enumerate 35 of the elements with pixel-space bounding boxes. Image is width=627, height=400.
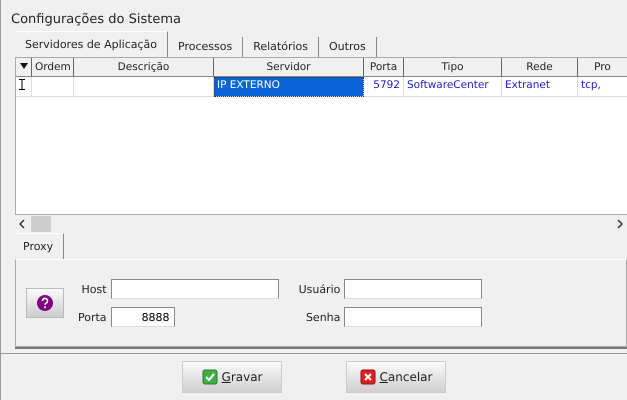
text-cursor-icon bbox=[19, 79, 25, 90]
scroll-right-icon[interactable] bbox=[617, 219, 623, 229]
cancel-button[interactable]: Cancelar bbox=[346, 361, 446, 393]
tab[interactable]: Servidores de Aplicação bbox=[15, 31, 168, 57]
field-label: Senha bbox=[304, 310, 340, 324]
column-header[interactable]: Porta bbox=[364, 58, 404, 77]
field-label: Porta bbox=[78, 310, 107, 324]
table-cell[interactable]: Extranet bbox=[502, 77, 578, 97]
table-cell[interactable] bbox=[74, 77, 214, 97]
table-cell[interactable] bbox=[32, 77, 74, 97]
table-cell[interactable]: 5792 bbox=[364, 77, 404, 97]
field-label: Host bbox=[80, 282, 107, 296]
help-button[interactable] bbox=[26, 288, 64, 318]
table-cell[interactable]: IP EXTERNO bbox=[214, 77, 364, 97]
field-label: Usuário bbox=[298, 282, 340, 296]
table-cell[interactable]: SoftwareCenter bbox=[404, 77, 502, 97]
column-header[interactable]: Rede bbox=[502, 58, 578, 77]
scrollbar-thumb[interactable] bbox=[31, 216, 51, 232]
column-header[interactable]: Descrição bbox=[74, 58, 214, 77]
close-icon bbox=[360, 369, 376, 385]
check-icon bbox=[202, 369, 218, 385]
input-field[interactable] bbox=[110, 279, 279, 299]
input-field[interactable] bbox=[344, 307, 482, 327]
help-icon bbox=[36, 294, 54, 312]
input-field[interactable] bbox=[344, 279, 482, 299]
input-field[interactable]: 8888 bbox=[110, 307, 175, 327]
column-menu-icon[interactable] bbox=[20, 62, 28, 70]
column-header[interactable]: Pro bbox=[578, 58, 627, 77]
column-header[interactable]: Tipo bbox=[404, 58, 502, 77]
window-title: Configurações do Sistema bbox=[10, 11, 182, 29]
scroll-left-icon[interactable] bbox=[19, 219, 25, 229]
column-header[interactable]: Servidor bbox=[214, 58, 364, 77]
column-header[interactable]: Ordem bbox=[32, 58, 74, 77]
tab[interactable]: Proxy bbox=[15, 233, 64, 259]
save-button[interactable]: Gravar bbox=[182, 361, 282, 393]
